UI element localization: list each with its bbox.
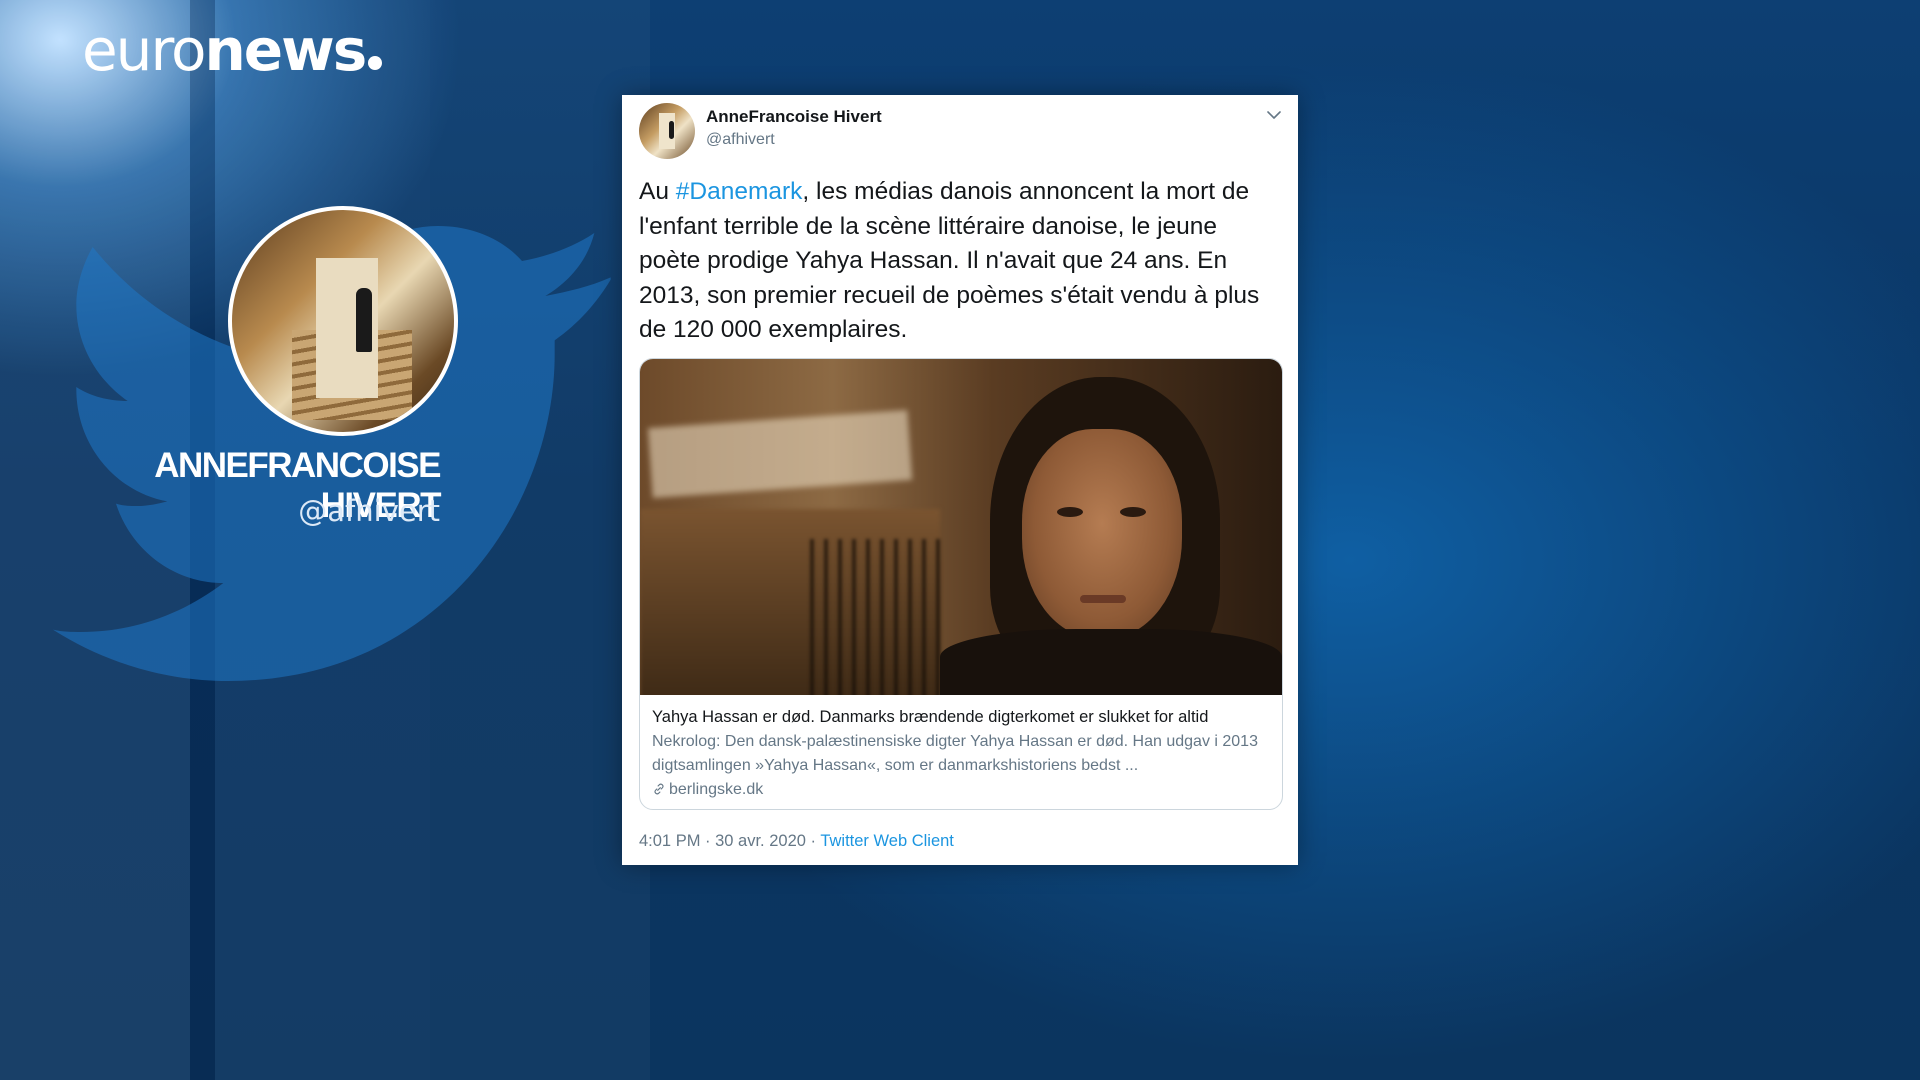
link-preview-description: Nekrolog: Den dansk-palæstinensiske digt… [652, 733, 1258, 774]
link-preview-card[interactable]: Yahya Hassan er død. Danmarks brændende … [639, 358, 1283, 810]
euronews-logo: euronews [82, 16, 383, 84]
logo-light-text: euro [82, 16, 206, 84]
link-preview-title: Yahya Hassan er død. Danmarks brændende … [652, 708, 1209, 726]
tweet-hashtag-link[interactable]: #Danemark [676, 178, 803, 205]
link-preview-image [640, 359, 1282, 695]
tweet-text: Au #Danemark, les médias danois annoncen… [639, 175, 1279, 348]
link-domain-text: berlingske.dk [669, 781, 764, 798]
link-preview-domain: berlingske.dk [652, 778, 1270, 801]
tweet-timestamp[interactable]: 4:01 PM · 30 avr. 2020 · [639, 832, 820, 850]
logo-dot [368, 56, 383, 70]
tweet-author-name[interactable]: AnneFrancoise Hivert [706, 107, 882, 127]
link-icon [654, 783, 664, 795]
tweet-footer: 4:01 PM · 30 avr. 2020 · Twitter Web Cli… [639, 832, 954, 851]
tweet-author-avatar[interactable] [639, 103, 695, 159]
profile-handle: @afhivert [298, 494, 440, 528]
tweet-text-before: Au [639, 178, 676, 205]
chevron-down-icon[interactable] [1264, 105, 1284, 125]
tweet-card: AnneFrancoise Hivert @afhivert Au #Danem… [622, 95, 1298, 865]
logo-bold-text: news [204, 16, 368, 84]
profile-avatar [228, 206, 458, 436]
tweet-author-handle[interactable]: @afhivert [706, 131, 775, 149]
tweet-source-link[interactable]: Twitter Web Client [820, 832, 954, 850]
